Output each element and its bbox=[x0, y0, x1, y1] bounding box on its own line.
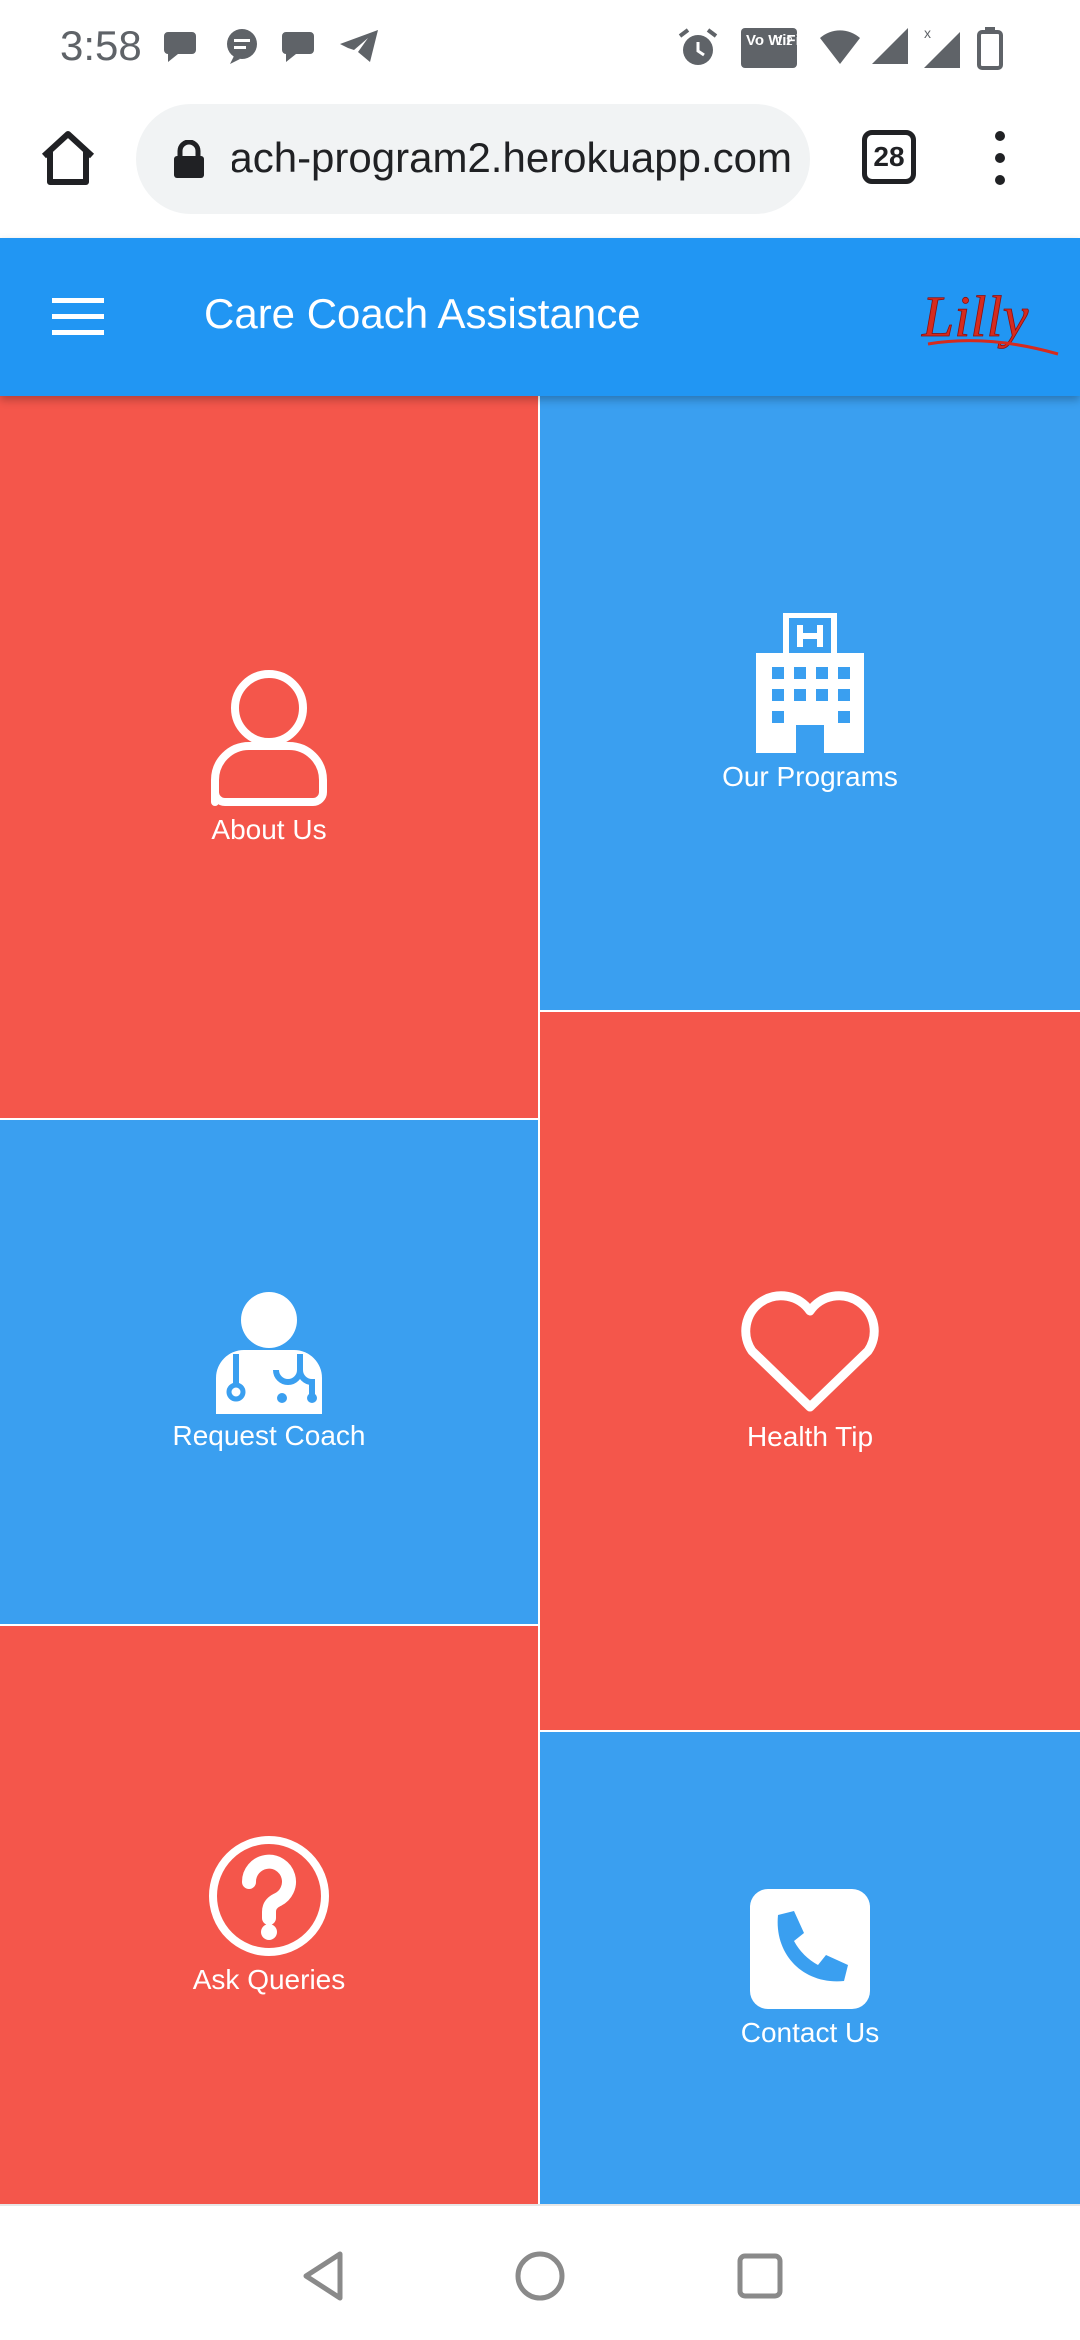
tile-label: Request Coach bbox=[172, 1420, 366, 1451]
signal-x-icon: x bbox=[924, 26, 960, 68]
status-bar: 3:58 Vo WiFi 1 2 x bbox=[0, 0, 1080, 96]
heart-icon bbox=[741, 1291, 879, 1412]
tile-label: Our Programs bbox=[722, 761, 898, 792]
phone-icon bbox=[750, 1889, 870, 2009]
tile-health-tip[interactable]: Health Tip bbox=[540, 1012, 1080, 1730]
url-value: lilly-coach-program2.herokuapp.com bbox=[232, 134, 792, 181]
tile-label: About Us bbox=[211, 814, 327, 845]
hospital-icon bbox=[756, 613, 864, 753]
chat-bubble-icon bbox=[164, 32, 196, 62]
tile-contact-us[interactable]: Contact Us bbox=[540, 1732, 1080, 2204]
tile-label: Ask Queries bbox=[192, 1964, 346, 1995]
recents-icon[interactable] bbox=[730, 2246, 790, 2306]
home-icon[interactable] bbox=[36, 126, 100, 190]
tile-label: Contact Us bbox=[740, 2017, 880, 2048]
wifi-icon bbox=[820, 30, 860, 64]
chat-bubble-icon bbox=[282, 32, 314, 62]
app-title: Care Coach Assistance bbox=[204, 290, 641, 337]
user-icon bbox=[211, 670, 327, 806]
tile-request-coach[interactable]: Request Coach bbox=[0, 1120, 538, 1624]
doctor-icon bbox=[216, 1292, 322, 1414]
telegram-icon bbox=[340, 30, 378, 62]
back-icon[interactable] bbox=[294, 2246, 354, 2306]
address-bar[interactable]: lilly-coach-program2.herokuapp.com bbox=[136, 104, 810, 214]
signal-icon bbox=[872, 28, 908, 64]
tile-about-us[interactable]: About Us bbox=[0, 396, 538, 1118]
lilly-logo: Lilly bbox=[921, 284, 1059, 356]
alarm-icon bbox=[678, 28, 718, 65]
vowifi-sub: 1 2 bbox=[776, 34, 793, 48]
signal-x-label: x bbox=[924, 26, 931, 41]
tile-label: Health Tip bbox=[746, 1421, 874, 1452]
tile-our-programs[interactable]: Our Programs bbox=[540, 396, 1080, 1010]
browser-toolbar: lilly-coach-program2.herokuapp.com 28 bbox=[0, 96, 1080, 238]
message-icon bbox=[227, 29, 257, 64]
hamburger-menu-icon[interactable] bbox=[52, 298, 104, 336]
status-time: 3:58 bbox=[60, 22, 142, 69]
app-header: Care Coach Assistance Lilly bbox=[0, 238, 1080, 396]
tab-switcher-button[interactable]: 28 bbox=[862, 130, 916, 184]
battery-icon bbox=[977, 27, 1003, 70]
vowifi-icon: Vo WiFi 1 2 bbox=[741, 28, 798, 68]
lock-icon bbox=[174, 140, 204, 178]
screen: 3:58 Vo WiFi 1 2 x ach-program2.herokuap… bbox=[0, 0, 1080, 2340]
url-text[interactable]: lilly-coach-program2.herokuapp.com bbox=[232, 134, 792, 184]
system-nav-bar bbox=[0, 2204, 1080, 2340]
menu-tiles: About Us Our Programs Request Coach Heal… bbox=[0, 396, 1080, 2204]
more-menu-icon[interactable] bbox=[980, 126, 1020, 190]
home-icon[interactable] bbox=[510, 2246, 570, 2306]
question-icon bbox=[209, 1836, 329, 1956]
tile-ask-queries[interactable]: Ask Queries bbox=[0, 1626, 538, 2204]
